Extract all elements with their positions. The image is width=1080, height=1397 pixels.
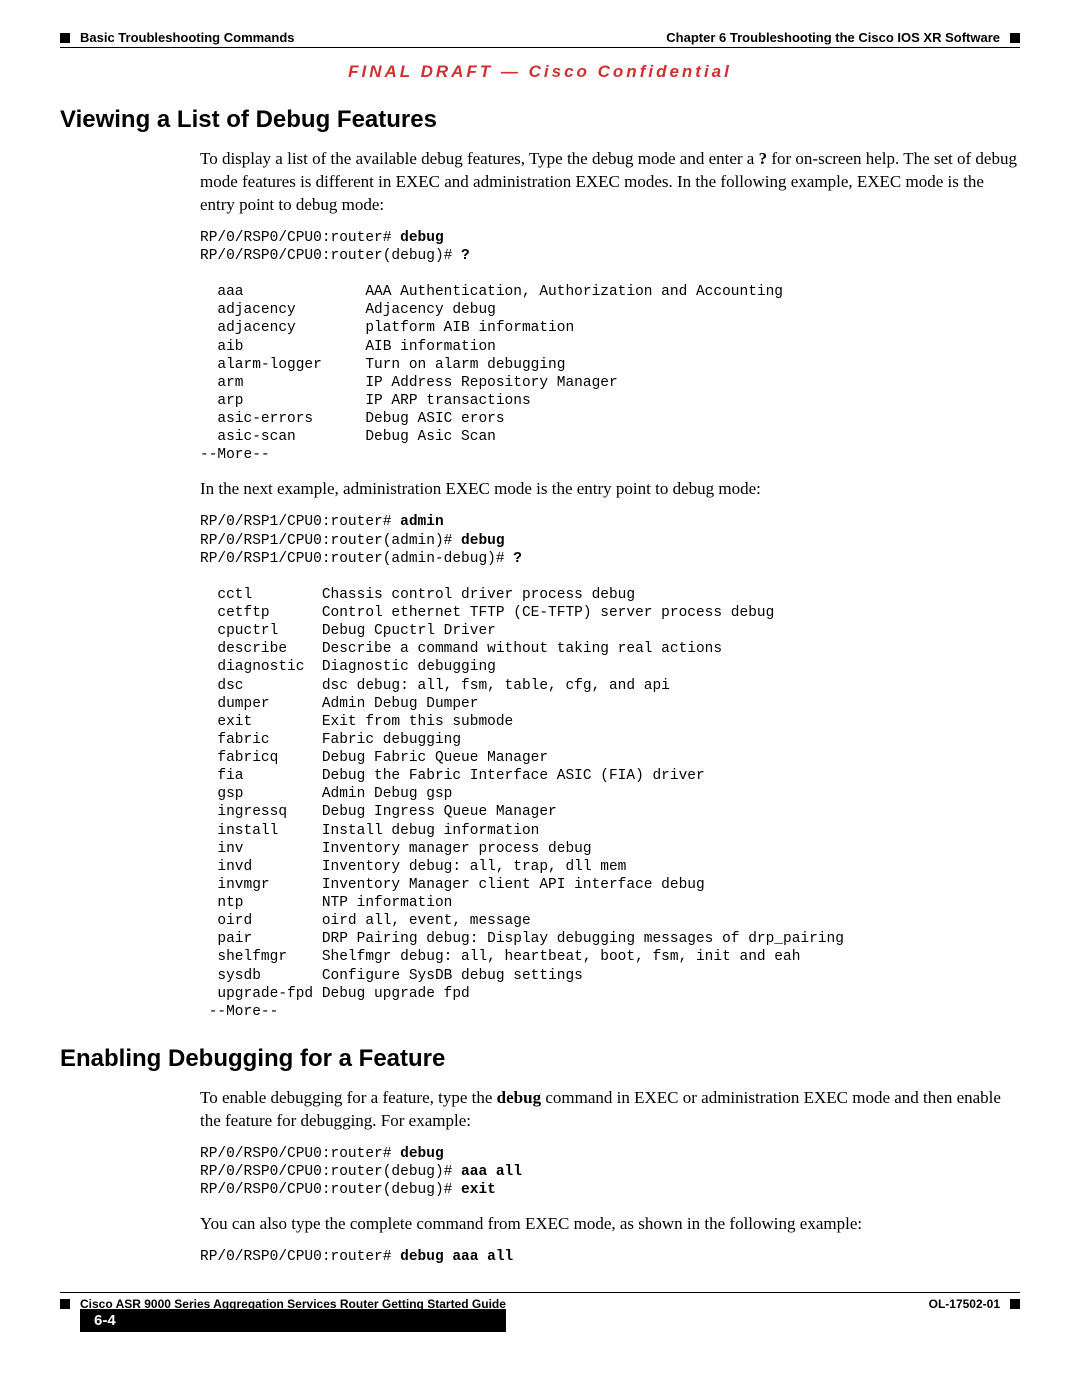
cli-output-exec: RP/0/RSP0/CPU0:router# debug RP/0/RSP0/C… xyxy=(200,229,1020,465)
page-number: 6-4 xyxy=(80,1309,506,1332)
bullet-icon xyxy=(1010,33,1020,43)
header-left: Basic Troubleshooting Commands xyxy=(60,30,295,45)
header-right: Chapter 6 Troubleshooting the Cisco IOS … xyxy=(666,30,1020,45)
bullet-icon xyxy=(60,33,70,43)
cli-output-oneline: RP/0/RSP0/CPU0:router# debug aaa all xyxy=(200,1248,1020,1266)
paragraph: In the next example, administration EXEC… xyxy=(200,478,1020,501)
footer-left: Cisco ASR 9000 Series Aggregation Servic… xyxy=(60,1297,506,1332)
paragraph: To display a list of the available debug… xyxy=(200,148,1020,217)
bullet-icon xyxy=(1010,1299,1020,1309)
bullet-icon xyxy=(60,1299,70,1309)
paragraph: You can also type the complete command f… xyxy=(200,1213,1020,1236)
section-heading-enabling-debug: Enabling Debugging for a Feature xyxy=(60,1045,1020,1073)
confidential-banner: FINAL DRAFT — Cisco Confidential xyxy=(60,62,1020,82)
section-label: Basic Troubleshooting Commands xyxy=(80,30,295,45)
chapter-label: Chapter 6 Troubleshooting the Cisco IOS … xyxy=(666,30,1000,45)
cli-output-admin: RP/0/RSP1/CPU0:router# admin RP/0/RSP1/C… xyxy=(200,513,1020,1021)
header-rule xyxy=(60,47,1020,48)
cli-output-enable: RP/0/RSP0/CPU0:router# debug RP/0/RSP0/C… xyxy=(200,1145,1020,1199)
section-heading-viewing-debug: Viewing a List of Debug Features xyxy=(60,106,1020,134)
paragraph: To enable debugging for a feature, type … xyxy=(200,1087,1020,1133)
footer-right: OL-17502-01 xyxy=(929,1297,1020,1311)
doc-number: OL-17502-01 xyxy=(929,1297,1000,1311)
footer-rule xyxy=(60,1292,1020,1293)
